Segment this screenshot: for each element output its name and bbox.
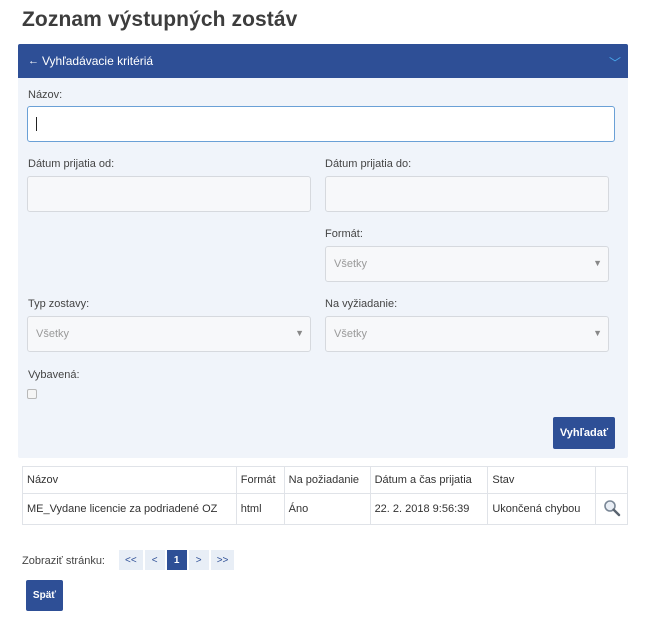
- report-type-label: Typ zostavy:: [28, 298, 90, 310]
- caret-down-icon: ▼: [295, 328, 304, 338]
- date-to-input[interactable]: [325, 176, 609, 212]
- search-criteria-panel: ← Vyhľadávacie kritériá ﹀ Názov: Dátum p…: [18, 44, 628, 458]
- table-header-row: Názov Formát Na požiadanie Dátum a čas p…: [22, 466, 628, 494]
- search-criteria-title: Vyhľadávacie kritériá: [42, 54, 154, 68]
- name-label: Názov:: [28, 89, 63, 101]
- page-title: Zoznam výstupných zostáv: [22, 8, 298, 31]
- text-cursor: [36, 117, 37, 131]
- on-request-select-value: Všetky: [334, 328, 368, 340]
- date-from-input[interactable]: [27, 176, 311, 212]
- last-page-button[interactable]: >>: [210, 550, 235, 570]
- pagination-label: Zobraziť stránku:: [22, 555, 105, 567]
- on-request-select[interactable]: Všetky ▼: [325, 316, 609, 352]
- report-type-select-value: Všetky: [36, 328, 70, 340]
- column-header-status[interactable]: Stav: [487, 466, 597, 494]
- cell-received: 22. 2. 2018 9:56:39: [369, 493, 489, 525]
- done-checkbox[interactable]: [27, 389, 37, 399]
- table-row: ME_Vydane licencie za podriadené OZ html…: [22, 493, 628, 525]
- name-input[interactable]: [27, 106, 615, 142]
- cell-actions: [595, 493, 628, 525]
- caret-down-icon: ▼: [593, 258, 602, 268]
- column-header-received[interactable]: Dátum a čas prijatia: [369, 466, 489, 494]
- caret-down-icon: ▼: [593, 328, 602, 338]
- format-select[interactable]: Všetky ▼: [325, 246, 609, 282]
- cell-on-request: Áno: [283, 493, 371, 525]
- search-criteria-header[interactable]: ← Vyhľadávacie kritériá ﹀: [18, 44, 628, 78]
- results-table: Názov Formát Na požiadanie Dátum a čas p…: [22, 466, 628, 525]
- prev-page-button[interactable]: <: [144, 550, 165, 570]
- done-label: Vybavená:: [28, 369, 80, 381]
- date-from-label: Dátum prijatia od:: [28, 158, 115, 170]
- report-type-select[interactable]: Všetky ▼: [27, 316, 311, 352]
- current-page-button[interactable]: 1: [166, 550, 187, 570]
- magnifier-icon[interactable]: [603, 499, 621, 517]
- arrow-left-icon: ←: [28, 55, 39, 67]
- format-select-value: Všetky: [334, 258, 368, 270]
- next-page-button[interactable]: >: [188, 550, 209, 570]
- search-button[interactable]: Vyhľadať: [553, 417, 615, 449]
- cell-status: Ukončená chybou: [487, 493, 597, 525]
- column-header-format[interactable]: Formát: [235, 466, 285, 494]
- column-header-on-request[interactable]: Na požiadanie: [283, 466, 371, 494]
- cell-format: html: [235, 493, 285, 525]
- format-label: Formát:: [325, 228, 363, 240]
- column-header-actions: [595, 466, 628, 494]
- pagination: << < 1 > >>: [119, 550, 235, 570]
- first-page-button[interactable]: <<: [119, 550, 143, 570]
- chevron-down-icon[interactable]: ﹀: [609, 54, 621, 71]
- column-header-name[interactable]: Názov: [22, 466, 237, 494]
- date-to-label: Dátum prijatia do:: [325, 158, 412, 170]
- cell-name: ME_Vydane licencie za podriadené OZ: [22, 493, 237, 525]
- on-request-label: Na vyžiadanie:: [325, 298, 398, 310]
- back-button[interactable]: Späť: [26, 580, 63, 611]
